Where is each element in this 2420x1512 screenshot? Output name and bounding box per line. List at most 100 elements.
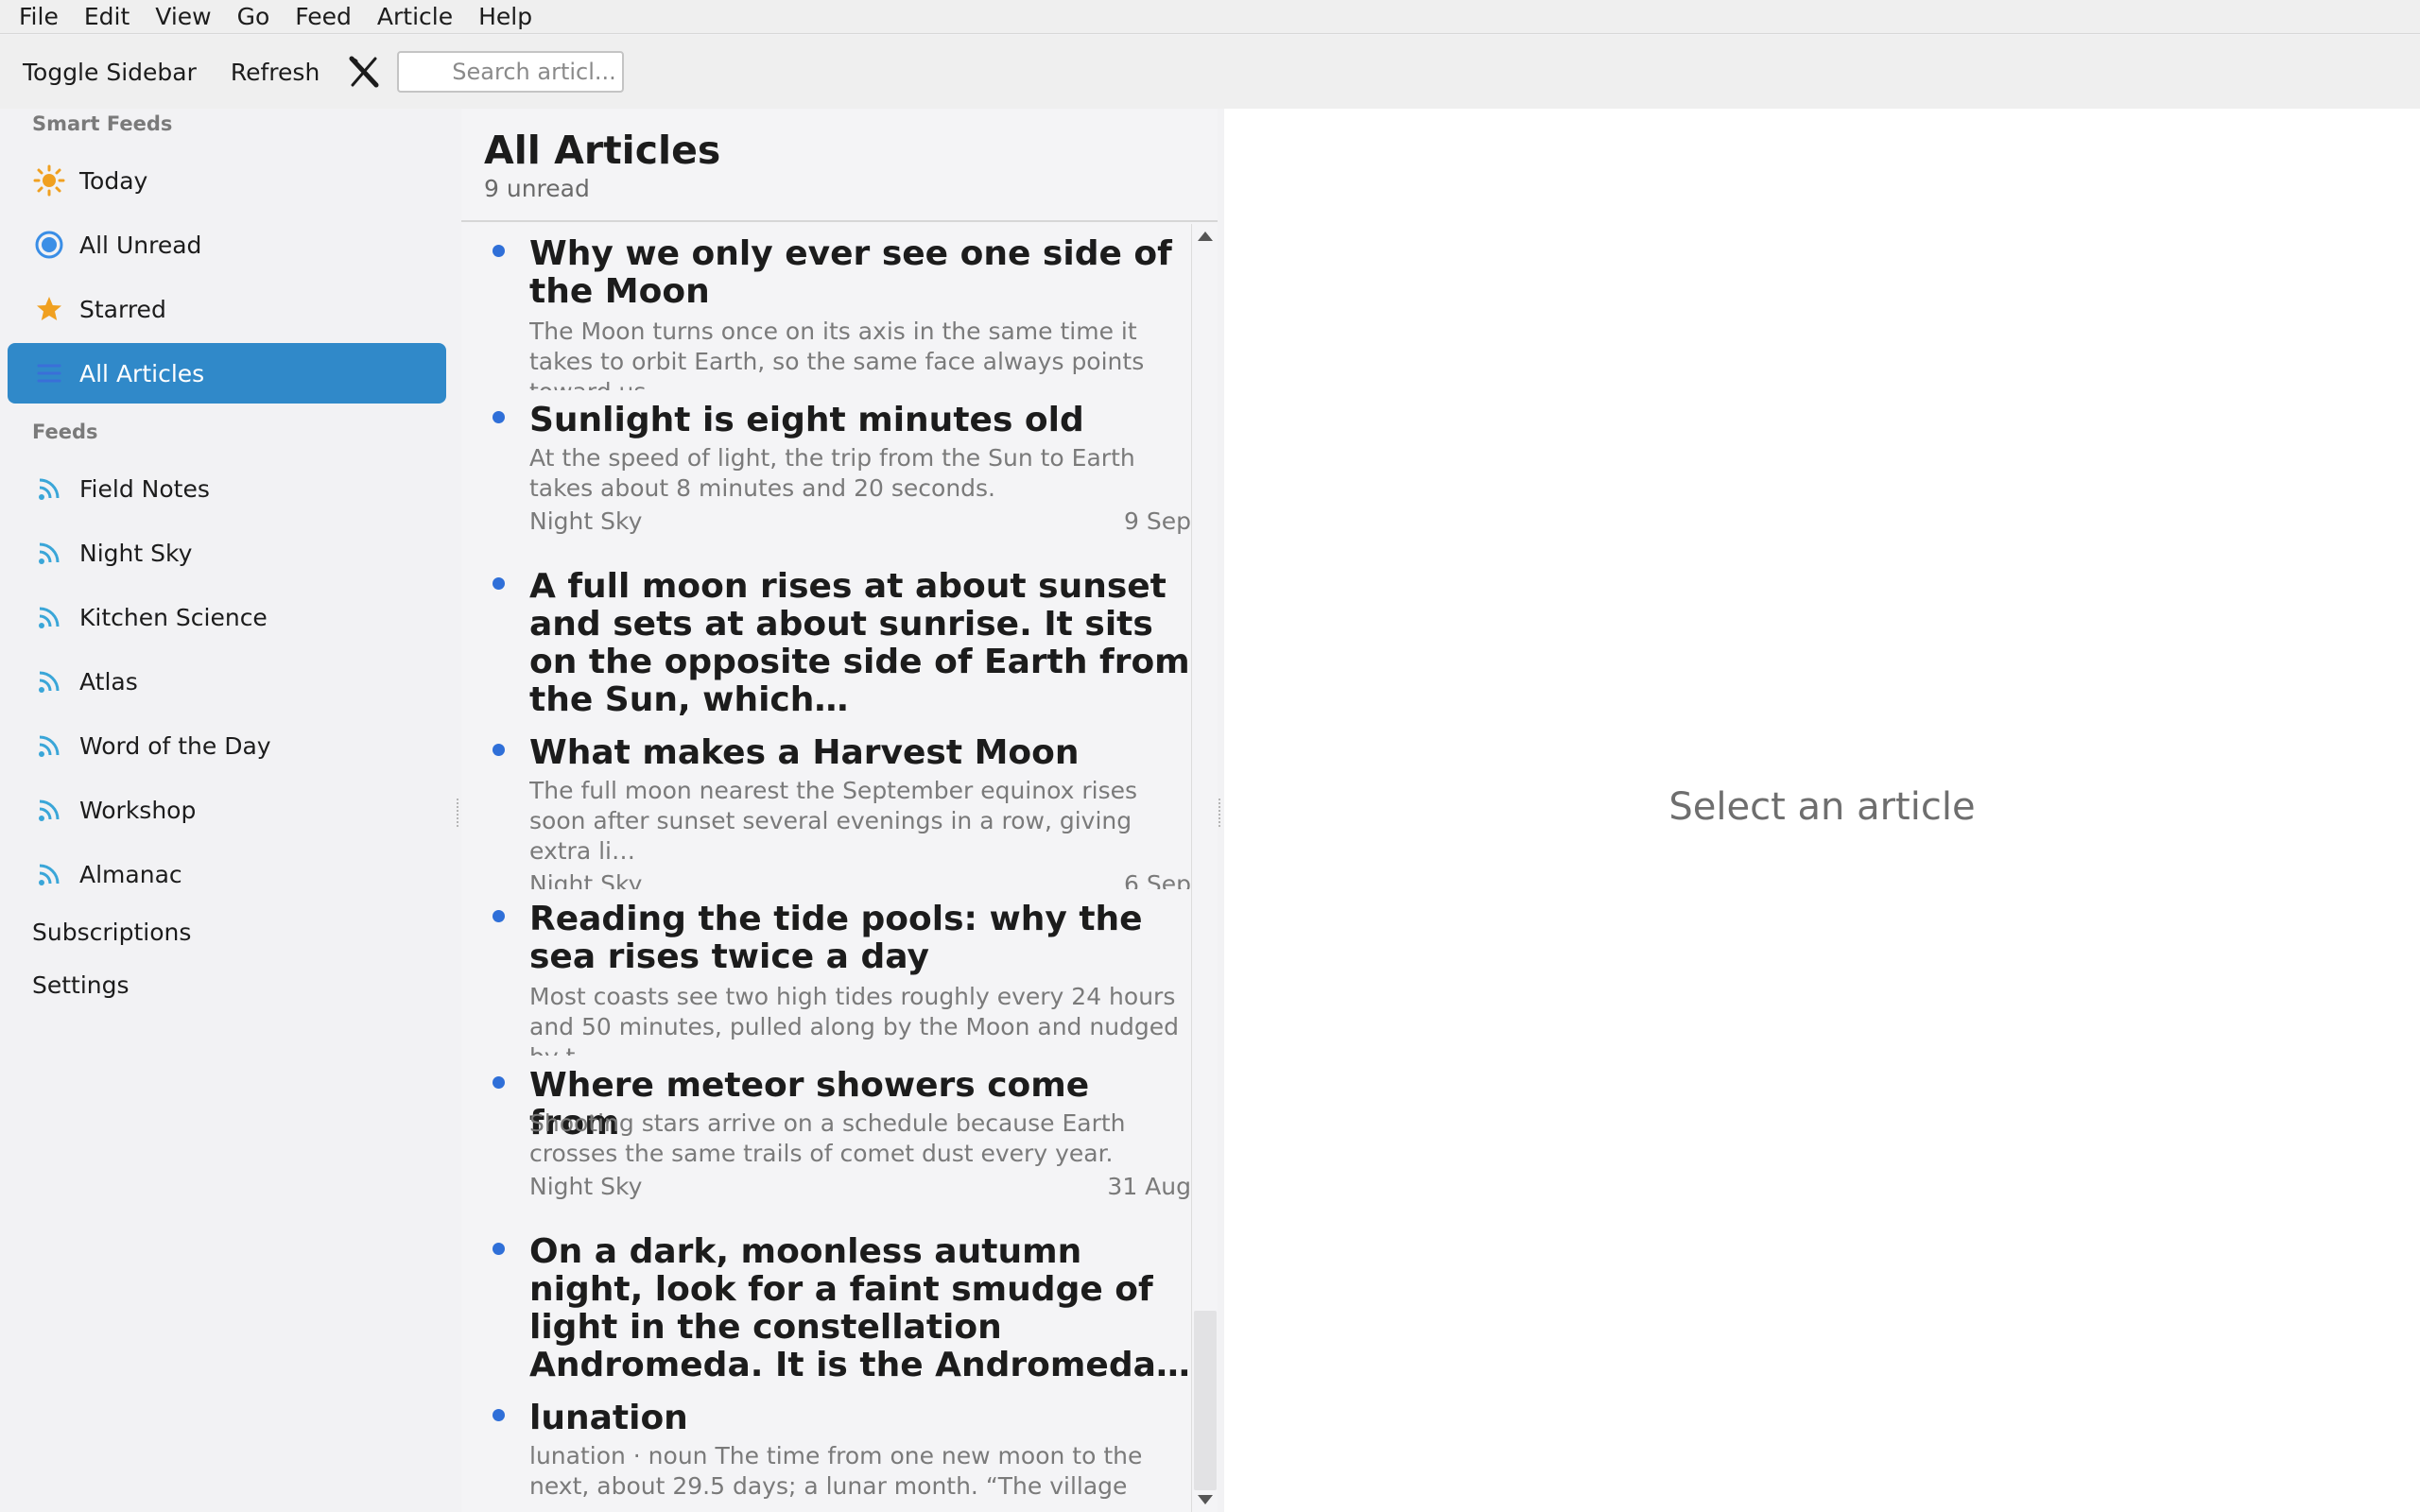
article-title: Why we only ever see one side of the Moo… bbox=[529, 234, 1172, 311]
unread-dot-icon bbox=[493, 411, 505, 423]
sidebar-item-field-notes[interactable]: Field Notes bbox=[8, 458, 446, 519]
unread-dot-icon bbox=[493, 910, 505, 922]
sidebar-item-label: Workshop bbox=[79, 796, 197, 824]
sidebar-splitter[interactable] bbox=[457, 799, 460, 827]
article-snippet: At the speed of light, the trip from the… bbox=[529, 444, 1135, 502]
search-input[interactable]: Search articl... bbox=[397, 51, 625, 93]
article-list-scrollbar[interactable] bbox=[1191, 224, 1218, 1512]
sidebar-item-label: All Unread bbox=[79, 231, 202, 259]
menu-feed[interactable]: Feed bbox=[295, 1, 352, 33]
sidebar-item-label: Starred bbox=[79, 295, 166, 323]
article-snippet: Shooting stars arrive on a schedule beca… bbox=[529, 1109, 1126, 1167]
close-icon[interactable] bbox=[344, 52, 384, 92]
article-title: What makes a Harvest Moon bbox=[529, 733, 1080, 772]
feeds-header: Feeds bbox=[32, 421, 98, 443]
article-title: A full moon rises at about sunset and se… bbox=[529, 567, 1190, 719]
rss-icon bbox=[32, 664, 66, 698]
scroll-thumb[interactable] bbox=[1194, 1311, 1217, 1490]
rss-icon bbox=[32, 793, 66, 827]
unread-dot-icon bbox=[493, 1076, 505, 1089]
star-icon bbox=[32, 292, 66, 326]
sidebar-item-all-articles[interactable]: All Articles bbox=[8, 343, 446, 404]
menu-bar: File Edit View Go Feed Article Help bbox=[0, 0, 2420, 34]
scroll-down-icon[interactable] bbox=[1198, 1495, 1213, 1504]
article-item[interactable]: What makes a Harvest Moon The full moon … bbox=[461, 723, 1191, 889]
article-title: Sunlight is eight minutes old bbox=[529, 401, 1084, 439]
reading-pane: Select an article bbox=[1224, 109, 2420, 1512]
sidebar-item-workshop[interactable]: Workshop bbox=[8, 780, 446, 840]
unread-dot-icon bbox=[493, 577, 505, 590]
settings-link[interactable]: Settings bbox=[32, 971, 130, 999]
list-header: All Articles 9 unread bbox=[461, 109, 1218, 222]
rss-icon bbox=[32, 729, 66, 763]
subscriptions-link[interactable]: Subscriptions bbox=[32, 919, 191, 946]
menu-view[interactable]: View bbox=[155, 1, 211, 33]
menu-help[interactable]: Help bbox=[478, 1, 532, 33]
article-snippet: Most coasts see two high tides roughly e… bbox=[529, 983, 1180, 1056]
article-feed: Night Sky bbox=[529, 1173, 643, 1200]
menu-edit[interactable]: Edit bbox=[84, 1, 130, 33]
list-icon bbox=[32, 356, 66, 390]
article-date: 31 Aug bbox=[1107, 1173, 1191, 1200]
empty-state-text: Select an article bbox=[1668, 785, 1976, 829]
rss-icon bbox=[32, 857, 66, 891]
menu-file[interactable]: File bbox=[19, 1, 59, 33]
article-feed: Night Sky bbox=[529, 507, 643, 535]
sidebar-item-label: Atlas bbox=[79, 667, 138, 696]
search-placeholder: Search articl... bbox=[452, 59, 616, 85]
article-item[interactable]: Why we only ever see one side of the Moo… bbox=[461, 224, 1191, 390]
article-snippet: lunation · noun The time from one new mo… bbox=[529, 1442, 1143, 1500]
sidebar-item-today[interactable]: Today bbox=[8, 150, 446, 211]
sidebar-item-kitchen-science[interactable]: Kitchen Science bbox=[8, 587, 446, 647]
menu-go[interactable]: Go bbox=[237, 1, 270, 33]
unread-dot-icon bbox=[493, 744, 505, 756]
scroll-up-icon[interactable] bbox=[1198, 232, 1213, 241]
unread-count: 9 unread bbox=[484, 175, 590, 202]
list-splitter[interactable] bbox=[1219, 799, 1222, 827]
unread-dot-icon bbox=[493, 1409, 505, 1421]
rss-icon bbox=[32, 600, 66, 634]
article-title: Reading the tide pools: why the sea rise… bbox=[529, 900, 1143, 976]
unread-dot-icon bbox=[493, 1243, 505, 1255]
sidebar-item-almanac[interactable]: Almanac bbox=[8, 844, 446, 904]
article-title: lunation bbox=[529, 1399, 688, 1437]
rss-icon bbox=[32, 472, 66, 506]
article-snippet: The Moon turns once on its axis in the s… bbox=[529, 318, 1145, 390]
rss-icon bbox=[32, 536, 66, 570]
smart-feeds-header: Smart Feeds bbox=[32, 112, 173, 135]
sidebar-item-label: Word of the Day bbox=[79, 731, 271, 760]
article-item[interactable]: On a dark, moonless autumn night, look f… bbox=[461, 1222, 1191, 1388]
article-list: Why we only ever see one side of the Moo… bbox=[461, 224, 1191, 1512]
article-item[interactable]: lunation lunation · noun The time from o… bbox=[461, 1388, 1191, 1512]
sidebar-item-label: Kitchen Science bbox=[79, 603, 268, 631]
sidebar-item-label: Almanac bbox=[79, 860, 182, 888]
article-snippet: The full moon nearest the September equi… bbox=[529, 777, 1138, 865]
toolbar: Toggle Sidebar Refresh Search articl... bbox=[0, 35, 2420, 109]
sun-icon bbox=[32, 163, 66, 198]
article-item[interactable]: Sunlight is eight minutes old At the spe… bbox=[461, 390, 1191, 557]
menu-article[interactable]: Article bbox=[377, 1, 453, 33]
page-title: All Articles bbox=[484, 128, 721, 173]
article-feed: Night Sky bbox=[529, 870, 643, 889]
sidebar-item-night-sky[interactable]: Night Sky bbox=[8, 523, 446, 583]
article-list-pane: All Articles 9 unread Why we only ever s… bbox=[461, 109, 1218, 1512]
article-date: 9 Sep bbox=[1124, 507, 1191, 535]
unread-dot-icon bbox=[493, 245, 505, 257]
sidebar-item-atlas[interactable]: Atlas bbox=[8, 651, 446, 712]
refresh-button[interactable]: Refresh bbox=[231, 59, 320, 86]
sidebar: Smart Feeds Today All Unread Starred All… bbox=[0, 109, 454, 1512]
article-date: 6 Sep bbox=[1124, 870, 1191, 889]
sidebar-item-all-unread[interactable]: All Unread bbox=[8, 215, 446, 275]
unread-circle-icon bbox=[32, 228, 66, 262]
article-title: On a dark, moonless autumn night, look f… bbox=[529, 1232, 1190, 1384]
sidebar-item-starred[interactable]: Starred bbox=[8, 279, 446, 339]
sidebar-item-label: Today bbox=[79, 166, 148, 195]
sidebar-item-label: Field Notes bbox=[79, 474, 210, 503]
article-item[interactable]: Where meteor showers come from Shooting … bbox=[461, 1056, 1191, 1222]
article-item[interactable]: Reading the tide pools: why the sea rise… bbox=[461, 889, 1191, 1056]
sidebar-item-label: All Articles bbox=[79, 359, 205, 387]
toggle-sidebar-button[interactable]: Toggle Sidebar bbox=[23, 59, 197, 86]
article-item[interactable]: A full moon rises at about sunset and se… bbox=[461, 557, 1191, 723]
sidebar-item-label: Night Sky bbox=[79, 539, 193, 567]
sidebar-item-word-of-the-day[interactable]: Word of the Day bbox=[8, 715, 446, 776]
